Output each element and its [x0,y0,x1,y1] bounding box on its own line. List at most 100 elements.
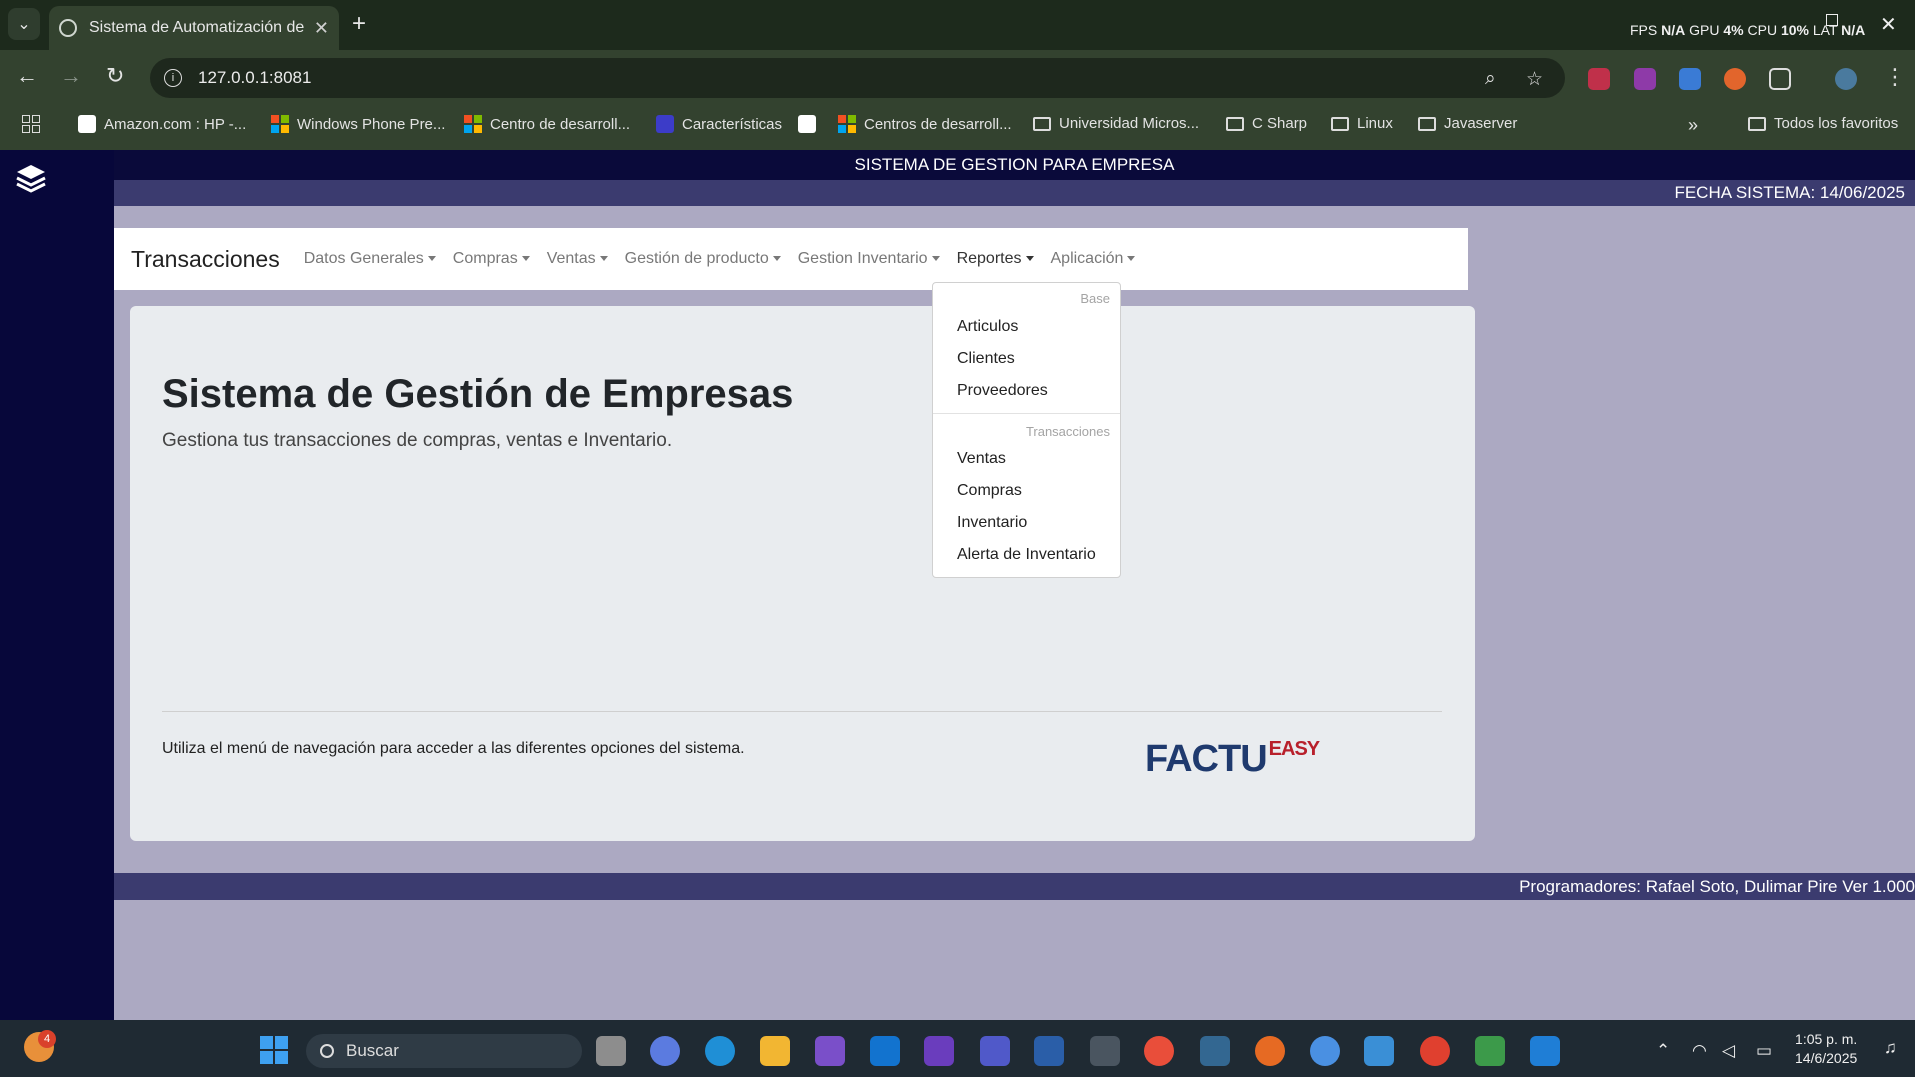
apps-grid-icon[interactable] [22,115,48,133]
ublock-extension-icon[interactable] [1588,68,1610,90]
nav-reportes[interactable]: Reportes [957,250,1034,268]
clock-date: 14/6/2025 [1795,1050,1858,1066]
bookmark-star-icon[interactable]: ☆ [1526,68,1543,91]
dropdown-item-alerta-inventario[interactable]: Alerta de Inventario [957,546,1096,564]
back-arrow-icon[interactable]: ← [16,63,38,89]
folder-icon [1418,116,1436,131]
nav-gestion-producto[interactable]: Gestión de producto [625,250,781,268]
new-tab-button[interactable]: + [352,10,366,38]
folder-icon [1748,116,1766,131]
visual-studio-icon[interactable] [815,1036,845,1066]
task-view-icon[interactable] [596,1036,626,1066]
bookmark-item[interactable]: Centro de desarroll... [464,115,630,133]
nav-datos-generales[interactable]: Datos Generales [304,250,436,268]
taskbar-search-placeholder: Buscar [346,1041,399,1060]
browser-tab-active[interactable]: Sistema de Automatización de A ✕ [49,6,339,50]
extension-icon-4[interactable] [1724,68,1746,90]
volume-icon[interactable]: ◁ [1722,1041,1735,1061]
dropdown-item-compras[interactable]: Compras [957,482,1022,500]
edge-icon[interactable] [705,1036,735,1066]
spreadsheet-app-icon[interactable] [1475,1036,1505,1066]
jumbotron: Sistema de Gestión de Empresas Gestiona … [130,306,1475,841]
postgresql-icon[interactable] [1200,1036,1230,1066]
caret-down-icon [427,256,436,262]
nav-aplicacion[interactable]: Aplicación [1051,250,1136,268]
all-bookmarks-folder[interactable]: Todos los favoritos [1748,115,1898,132]
dropdown-item-articulos[interactable]: Articulos [957,318,1018,336]
bookmark-folder[interactable]: Javaserver [1418,115,1517,132]
copilot-icon[interactable] [650,1036,680,1066]
firefox-icon[interactable] [1255,1036,1285,1066]
bookmark-item[interactable]: Amazon.com : HP -... [78,115,246,133]
layers-icon[interactable] [14,162,48,196]
teams-icon[interactable] [980,1036,1010,1066]
tree-app-icon[interactable] [1090,1036,1120,1066]
nav-ventas[interactable]: Ventas [547,250,608,268]
outlook-icon[interactable] [870,1036,900,1066]
reload-icon[interactable]: ↻ [106,63,124,89]
extensions-puzzle-icon[interactable] [1769,68,1791,90]
lat-value: N/A [1841,22,1866,38]
photos-app-icon[interactable] [1364,1036,1394,1066]
extension-icon-2[interactable] [1634,68,1656,90]
notification-badge: 4 [38,1030,56,1048]
site-info-icon[interactable]: i [164,69,182,87]
powershell-icon[interactable] [1034,1036,1064,1066]
tab-search-dropdown-button[interactable]: ⌄ [8,8,40,40]
notification-bell-icon[interactable]: ♫ [1884,1038,1897,1058]
taskbar-search[interactable]: Buscar [306,1034,582,1068]
cpu-label: CPU [1747,22,1778,38]
dropdown-item-clientes[interactable]: Clientes [957,350,1015,368]
bookmark-item[interactable] [798,115,824,133]
nav-compras[interactable]: Compras [453,250,530,268]
fps-value: N/A [1661,22,1686,38]
bookmark-item[interactable]: Características [656,115,782,133]
forward-arrow-icon[interactable]: → [60,63,82,89]
taskbar-clock[interactable]: 1:05 p. m. 14/6/2025 [1795,1030,1857,1068]
footer-credits: Programadores: Rafael Soto, Dulimar Pire… [114,873,1915,900]
dropdown-item-proveedores[interactable]: Proveedores [957,382,1048,400]
dropdown-item-ventas[interactable]: Ventas [957,450,1006,468]
windows-start-icon[interactable] [260,1036,288,1064]
profile-avatar[interactable] [1835,68,1857,90]
folder-icon [1033,116,1051,131]
dropdown-header-transacciones: Transacciones [1025,424,1110,439]
reportes-dropdown-menu: Base Articulos Clientes Proveedores Tran… [932,282,1121,578]
vscode-icon[interactable] [1530,1036,1560,1066]
app-store-icon[interactable] [1310,1036,1340,1066]
screenshot-extension-icon[interactable] [1679,68,1701,90]
factueasy-logo: FACTU EASY [1145,738,1320,780]
more-bookmarks-chevron-icon[interactable]: » [1688,115,1698,136]
close-window-icon[interactable]: ✕ [1880,12,1897,37]
bookmark-folder[interactable]: C Sharp [1226,115,1307,132]
amazon-icon [798,115,816,133]
main-navbar: Transacciones Datos Generales Compras Ve… [114,228,1468,290]
dropdown-header-base: Base [1080,291,1110,306]
caret-down-icon [599,256,608,262]
dropdown-item-inventario[interactable]: Inventario [957,514,1027,532]
nav-gestion-inventario[interactable]: Gestion Inventario [798,250,940,268]
chevron-up-icon[interactable]: ⌃ [1656,1041,1670,1061]
address-text[interactable]: 127.0.0.1:8081 [198,68,311,88]
wifi-icon[interactable]: ◠ [1692,1041,1707,1061]
navbar-brand[interactable]: Transacciones [131,246,280,273]
chrome-icon[interactable] [1420,1036,1450,1066]
browser-menu-icon[interactable]: ⋮ [1884,64,1906,90]
clock-time: 1:05 p. m. [1795,1031,1858,1047]
gpu-label: GPU [1689,22,1720,38]
bookmark-item[interactable]: Centros de desarroll... [838,115,1012,133]
file-explorer-icon[interactable] [760,1036,790,1066]
visual-studio-2-icon[interactable] [924,1036,954,1066]
restore-window-icon[interactable] [1826,14,1838,26]
address-bar[interactable]: i 127.0.0.1:8081 [150,58,1565,98]
navigation-hint: Utiliza el menú de navegación para acced… [162,740,745,757]
battery-icon[interactable]: ▭ [1756,1041,1772,1061]
pinwheel-app-icon[interactable] [1144,1036,1174,1066]
bookmark-item[interactable]: Windows Phone Pre... [271,115,445,133]
sidebar [0,150,114,1020]
caret-down-icon [931,256,940,262]
close-tab-icon[interactable]: ✕ [314,18,329,39]
zoom-icon[interactable]: ⌕ [1485,68,1496,90]
bookmark-folder[interactable]: Universidad Micros... [1033,115,1199,132]
bookmark-folder[interactable]: Linux [1331,115,1393,132]
